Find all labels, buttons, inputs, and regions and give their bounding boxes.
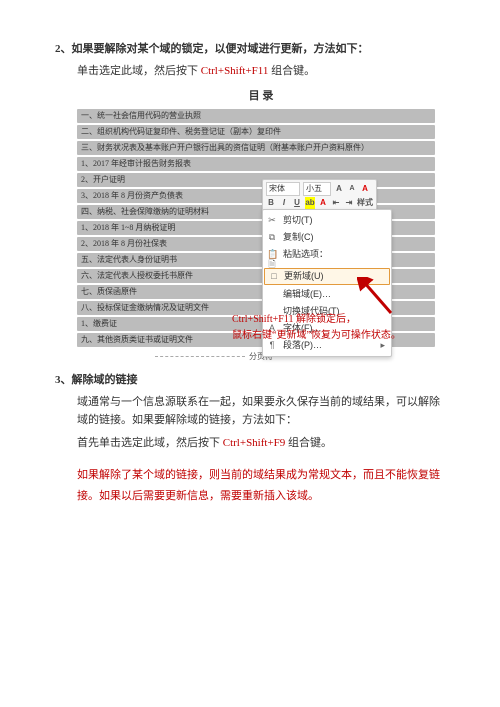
copy-icon: ⧉ (267, 231, 277, 244)
sec3-p2-pre: 首先单击选定此域，然后按下 (77, 437, 223, 449)
document-page: 2、如果要解除对某个域的锁定，以便对域进行更新，方法如下： 单击选定此域，然后按… (0, 0, 500, 527)
toc-item: 三、财务状况表及基本账户开户银行出具的资信证明（附基本账户开户资料原件） (77, 141, 435, 155)
callout-line1-mid: rl+Shift+F11 (241, 314, 293, 325)
sec3-p2-post: 组合键。 (288, 437, 332, 449)
ctx-edit-label: 编辑域(E)… (283, 288, 331, 301)
toc-item: 3、2018 年 8 月份资产负债表 (77, 189, 435, 203)
scissors-icon: ✂ (267, 214, 277, 227)
section-2-body: 单击选定此域，然后按下 Ctrl+Shift+F11 组合键。 (77, 62, 445, 81)
sec3-shortcut-key: Ctrl+Shift+F9 (223, 437, 286, 449)
highlight-button[interactable]: ab (305, 197, 315, 209)
update-icon: □ (269, 270, 279, 283)
italic-button[interactable]: I (279, 197, 289, 209)
format-painter-button[interactable]: A (360, 183, 370, 195)
toc-item: 2、开户证明 (77, 173, 435, 187)
font-family-select[interactable]: 宋体 (266, 182, 300, 196)
section-3-p2: 首先单击选定此域，然后按下 Ctrl+Shift+F9 组合键。 (77, 434, 445, 453)
ctx-edit-field[interactable]: 编辑域(E)… (263, 286, 391, 303)
toc-title: 目 录 (77, 87, 445, 103)
decrease-indent-button[interactable]: ⇤ (331, 197, 341, 209)
ctx-cut[interactable]: ✂ 剪切(T) (263, 212, 391, 229)
callout-line1-post: 解除锁定后， (293, 314, 356, 325)
sec2-line-pre: 单击选定此域，然后按下 (77, 65, 201, 77)
ctx-copy[interactable]: ⧉ 复制(C) (263, 229, 391, 246)
red-callout-text: Ctrl+Shift+F11 解除锁定后， 鼠标右键“更新域”恢复为可操作状态。 (232, 312, 462, 344)
section-3-warning: 如果解除了某个域的链接，则当前的域结果成为常规文本，而且不能恢复链接。如果以后需… (77, 465, 445, 507)
shrink-font-button[interactable]: A (347, 183, 357, 195)
ctx-copy-label: 复制(C) (283, 231, 314, 244)
styles-button[interactable]: 样式 (357, 197, 373, 209)
toc-item: 一、统一社会信用代码的营业执照 (77, 109, 435, 123)
section-2-heading: 2、如果要解除对某个域的锁定，以便对域进行更新，方法如下： (55, 40, 445, 56)
font-color-button[interactable]: A (318, 197, 328, 209)
mini-format-toolbar: 宋体 小五 A A A B I U ab A ⇤ ⇥ 样式 (262, 179, 377, 213)
callout-line2: 鼠标右键“更新域”恢复为可操作状态。 (232, 328, 462, 344)
section-3-heading: 3、解除域的链接 (55, 371, 445, 387)
underline-button[interactable]: U (292, 197, 302, 209)
toc-item: 二、组织机构代码证复印件、税务登记证（副本）复印件 (77, 125, 435, 139)
ctx-paste-label: 粘贴选项： (283, 248, 328, 261)
bold-button[interactable]: B (266, 197, 276, 209)
font-size-select[interactable]: 小五 (303, 182, 331, 196)
sec2-shortcut-key: Ctrl+Shift+F11 (201, 65, 269, 77)
ctx-cut-label: 剪切(T) (283, 214, 313, 227)
grow-font-button[interactable]: A (334, 183, 344, 195)
word-screenshot: 目 录 一、统一社会信用代码的营业执照 二、组织机构代码证复印件、税务登记证（副… (77, 87, 445, 357)
toc-item: 1、2017 年经审计报告财务报表 (77, 157, 435, 171)
ctx-paste-icon-row[interactable]: 🗎 (263, 263, 391, 267)
ctx-paste-options[interactable]: 📋 粘贴选项： (263, 246, 391, 263)
ctx-update-label: 更新域(U) (284, 270, 324, 283)
increase-indent-button[interactable]: ⇥ (344, 197, 354, 209)
section-3-p1: 域通常与一个信息源联系在一起，如果要永久保存当前的域结果，可以解除域的链接。如果… (77, 393, 445, 430)
ctx-update-field[interactable]: □ 更新域(U) (264, 268, 390, 285)
sec2-line-post: 组合键。 (271, 65, 315, 77)
